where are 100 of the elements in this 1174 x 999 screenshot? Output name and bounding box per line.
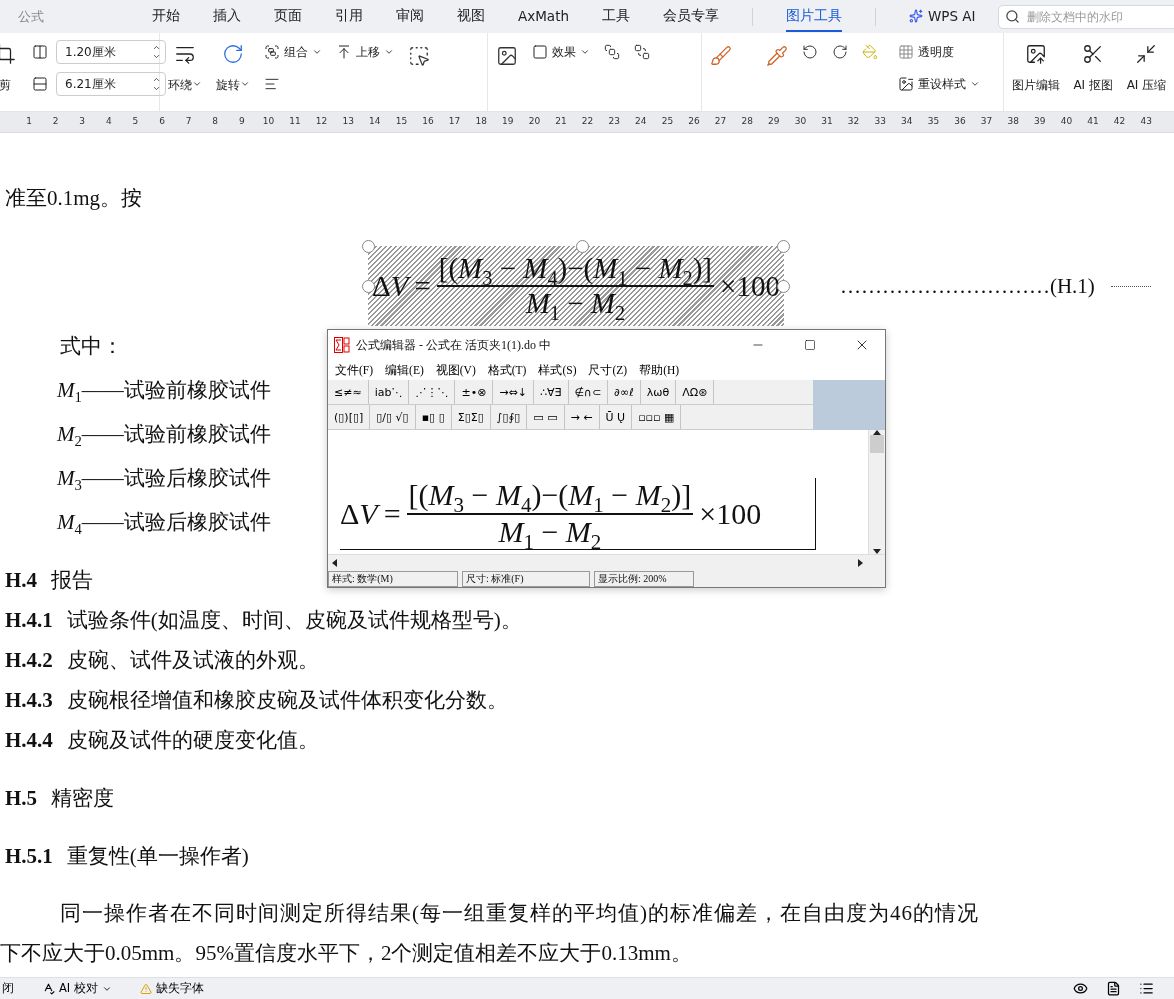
section-number: H.4.4 [5,727,53,754]
scroll-right-icon[interactable] [858,559,863,567]
scroll-thumb[interactable] [870,435,884,453]
caret-icon [192,79,202,89]
ruler-number: 27 [714,116,727,126]
menu-tab[interactable]: 工具 [602,1,630,32]
equation-factor: ×100 [720,269,780,303]
spin-down-icon[interactable] [152,52,161,61]
menu-tab[interactable]: 开始 [152,1,180,32]
size-field[interactable]: 1.20厘米 [56,40,166,64]
ruler-number: 7 [185,116,192,126]
editor-equation-denominator: M$_{1}$ − M$_{2}$ [497,514,603,549]
align-icon [264,76,280,92]
menu-tab[interactable]: WPS AI [909,2,976,31]
search-field[interactable]: 删除文档中的水印 [997,4,1174,29]
resize-handle[interactable] [362,240,375,253]
list-item-text: 试验条件(如温度、时间、皮碗及试件规格型号)。 [66,607,522,634]
status-item[interactable]: 缺失字体 [139,981,204,996]
ribbon-button[interactable]: 效果 [529,39,592,65]
caret-icon [384,47,394,57]
checker-icon [898,44,915,60]
ribbon-button[interactable]: 图片编辑 [1010,39,1062,111]
menu-tab[interactable]: 会员专享 [663,1,719,32]
section-number: H.5 [5,785,38,812]
ruler-number: 16 [422,116,434,126]
eye-icon[interactable] [1073,981,1088,996]
ribbon-button[interactable]: 重设样式 [896,71,983,97]
menu-item[interactable]: 帮助(H) [639,362,680,378]
menu-tab[interactable]: 引用 [335,1,363,32]
menu-tab[interactable]: AxMath [518,2,569,31]
status-item[interactable]: 闭 [2,981,14,996]
warning-icon [139,982,152,995]
menu-item[interactable]: 尺寸(Z) [588,362,628,378]
symbol-definition: M$_{2}$——试验前橡胶试件 [57,422,271,446]
ruler-number: 32 [847,116,860,126]
ruler-number: 14 [369,116,381,126]
ribbon-button[interactable]: 上移 [334,39,396,65]
section-heading: 重复性(单一操作者) [66,843,249,870]
body-text: 式中： [60,334,123,358]
ruler-number: 5 [132,116,139,126]
outline-view-icon[interactable] [1139,981,1154,996]
section-number: H.5.1 [5,843,53,870]
equation-denominator: M$_{1}$ − M$_{2}$ [524,287,627,321]
ribbon-button[interactable]: AI 抠图 [1071,39,1115,111]
pipette-icon [766,45,789,67]
list-item-text: 皮碗根径增值和橡胶皮碗及试件体积变化分数。 [66,687,508,714]
menu-tab[interactable]: 图片工具 [786,1,842,32]
spin-up-icon[interactable] [152,43,161,52]
list-item-text: 皮碗、试件及试液的外观。 [66,647,319,674]
ruler-number: 21 [555,116,567,126]
menu-item[interactable]: 视图(V) [435,362,476,378]
caret-icon [970,79,981,89]
compress-icon [1135,43,1158,65]
maximize-icon [804,339,816,351]
brush-icon [710,45,733,67]
status-field: 样式: 数学(M) [328,571,458,587]
ribbon-button[interactable]: 环绕 [166,39,204,111]
ruler-number: 42 [1113,116,1126,126]
sparkle-icon [909,8,923,23]
ruler-number: 28 [741,116,753,126]
equation-number: …………………………(H.1) [839,273,1095,299]
ruler-number: 43 [1140,116,1152,126]
menu-tab[interactable]: 审阅 [396,1,424,32]
ruler-number: 15 [395,116,408,126]
menu-item[interactable]: 文件(F) [335,362,374,378]
spin-down-icon[interactable] [152,84,161,93]
ruler-number: 8 [212,116,219,126]
size-field[interactable]: 6.21厘米 [56,72,166,96]
menu-tab[interactable]: 页面 [274,1,302,32]
menu-item[interactable]: 格式(T) [487,362,527,378]
status-item[interactable]: AI 校对 [42,981,112,996]
ribbon-button[interactable]: 组合 [262,39,324,65]
caret-icon [579,47,590,57]
crop-button[interactable]: 剪 [0,39,22,111]
section-number: H.4 [5,567,38,594]
page-view-icon[interactable] [1106,981,1121,996]
ribbon-button[interactable]: 透明度 [896,39,983,65]
proofread-icon [42,982,55,995]
rotate-left-icon [802,44,819,60]
ruler-number: 11 [289,116,301,126]
ruler-number: 34 [901,116,913,126]
ruler-number: 38 [1007,116,1019,126]
menu-tab[interactable]: 视图 [457,1,485,32]
menu-item[interactable]: 样式(S) [538,362,577,378]
menu-item[interactable]: 编辑(E) [385,362,424,378]
ruler-number: 18 [475,116,487,126]
ribbon-button[interactable]: 旋转 [214,39,252,111]
ribbon-button[interactable]: AI 压缩 [1124,39,1168,111]
ruler-number: 3 [79,116,86,126]
spin-up-icon[interactable] [152,75,161,84]
resize-handle[interactable] [362,280,375,293]
scroll-left-icon[interactable] [332,559,337,567]
menu-tab[interactable]: 插入 [213,1,241,32]
symbol-definition: M$_{3}$——试验后橡胶试件 [57,466,271,490]
ruler-number: 39 [1034,116,1046,126]
horizontal-scrollbar[interactable] [328,554,885,571]
bring-forward-icon [603,44,620,60]
editor-equation-sign: = [383,496,401,531]
ruler-number: 17 [448,116,461,126]
vertical-scrollbar[interactable] [868,430,885,554]
